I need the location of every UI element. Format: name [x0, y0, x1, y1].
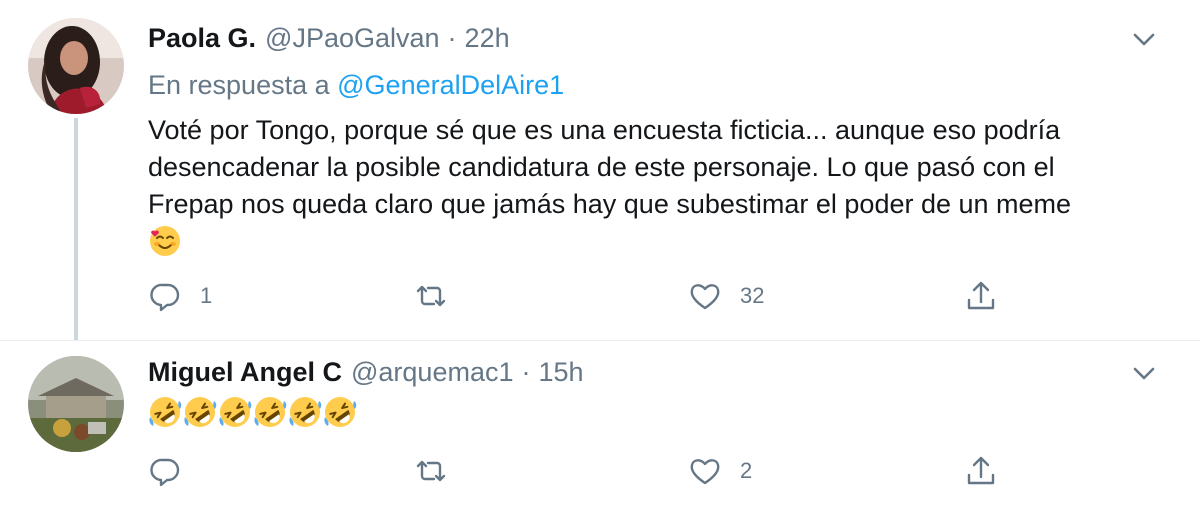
- rolling-on-floor-laughing-emoji: [149, 397, 182, 427]
- tweet-text-line: desencadenar la posible candidatura de e…: [148, 152, 1055, 182]
- avatar[interactable]: [28, 18, 124, 114]
- tweet-body: Paola G. @JPaoGalvan · 22h En respuesta …: [148, 20, 1160, 259]
- like-count: 2: [740, 458, 753, 483]
- tweet-header: Paola G. @JPaoGalvan · 22h: [148, 20, 1160, 56]
- rolling-on-floor-laughing-emoji: [184, 397, 217, 427]
- like-button[interactable]: 32: [688, 276, 764, 316]
- share-icon: [967, 456, 995, 485]
- share-button[interactable]: [964, 276, 998, 316]
- rolling-on-floor-laughing-emoji: [219, 397, 252, 427]
- tweet[interactable]: Paola G. @JPaoGalvan · 22h En respuesta …: [0, 0, 1200, 340]
- rolling-on-floor-laughing-emoji: [254, 397, 287, 427]
- thread-connector: [74, 118, 78, 340]
- timestamp[interactable]: 22h: [465, 20, 510, 56]
- emoji-row: [148, 394, 1168, 430]
- like-count: 32: [740, 283, 765, 308]
- tweet[interactable]: Miguel Angel C @arquemac1 · 15h 2: [0, 340, 1200, 519]
- tweet-text-line: Voté por Tongo, porque sé que es una enc…: [148, 115, 1061, 145]
- tweet-actions: 1 32: [148, 276, 1008, 316]
- retweet-button[interactable]: [414, 276, 448, 316]
- rolling-on-floor-laughing-emoji: [289, 397, 322, 427]
- timestamp[interactable]: 15h: [539, 354, 584, 390]
- reply-mention-link[interactable]: @GeneralDelAire1: [337, 70, 564, 100]
- reply-thread: Paola G. @JPaoGalvan · 22h En respuesta …: [0, 0, 1200, 519]
- chevron-down-icon[interactable]: [1128, 358, 1160, 390]
- avatar-photo: [28, 356, 124, 452]
- reply-icon: [150, 283, 180, 312]
- reply-context: En respuesta a @GeneralDelAire1: [148, 68, 1160, 102]
- tweet-header: Miguel Angel C @arquemac1 · 15h: [148, 354, 1160, 390]
- user-handle[interactable]: @JPaoGalvan: [265, 20, 440, 56]
- separator: ·: [521, 357, 531, 387]
- chevron-down-icon[interactable]: [1128, 24, 1160, 56]
- separator: ·: [447, 23, 457, 53]
- smiling-face-with-hearts-emoji: [150, 226, 180, 256]
- retweet-icon: [416, 460, 446, 482]
- heart-icon: [690, 459, 720, 485]
- share-icon: [967, 281, 995, 310]
- display-name[interactable]: Paola G.: [148, 20, 256, 56]
- reply-count: 1: [200, 283, 213, 308]
- tweet-text: Voté por Tongo, porque sé que es una enc…: [148, 112, 1168, 259]
- tweet-body: Miguel Angel C @arquemac1 · 15h: [148, 354, 1160, 430]
- tweet-text-line: Frepap nos queda claro que jamás hay que…: [148, 189, 1072, 219]
- avatar[interactable]: [28, 356, 124, 452]
- display-name[interactable]: Miguel Angel C: [148, 354, 342, 390]
- tweet-text: [148, 394, 1168, 430]
- reply-prefix: En respuesta a: [148, 70, 330, 100]
- rolling-on-floor-laughing-emoji: [324, 397, 357, 427]
- user-handle[interactable]: @arquemac1: [351, 354, 514, 390]
- avatar-photo: [28, 18, 124, 114]
- tweet-actions: 2: [148, 451, 1008, 491]
- like-button[interactable]: 2: [688, 451, 752, 491]
- reply-button[interactable]: [148, 451, 182, 491]
- share-button[interactable]: [964, 451, 998, 491]
- heart-icon: [690, 284, 720, 310]
- retweet-button[interactable]: [414, 451, 448, 491]
- reply-button[interactable]: 1: [148, 276, 212, 316]
- retweet-icon: [416, 285, 446, 307]
- reply-icon: [150, 458, 180, 487]
